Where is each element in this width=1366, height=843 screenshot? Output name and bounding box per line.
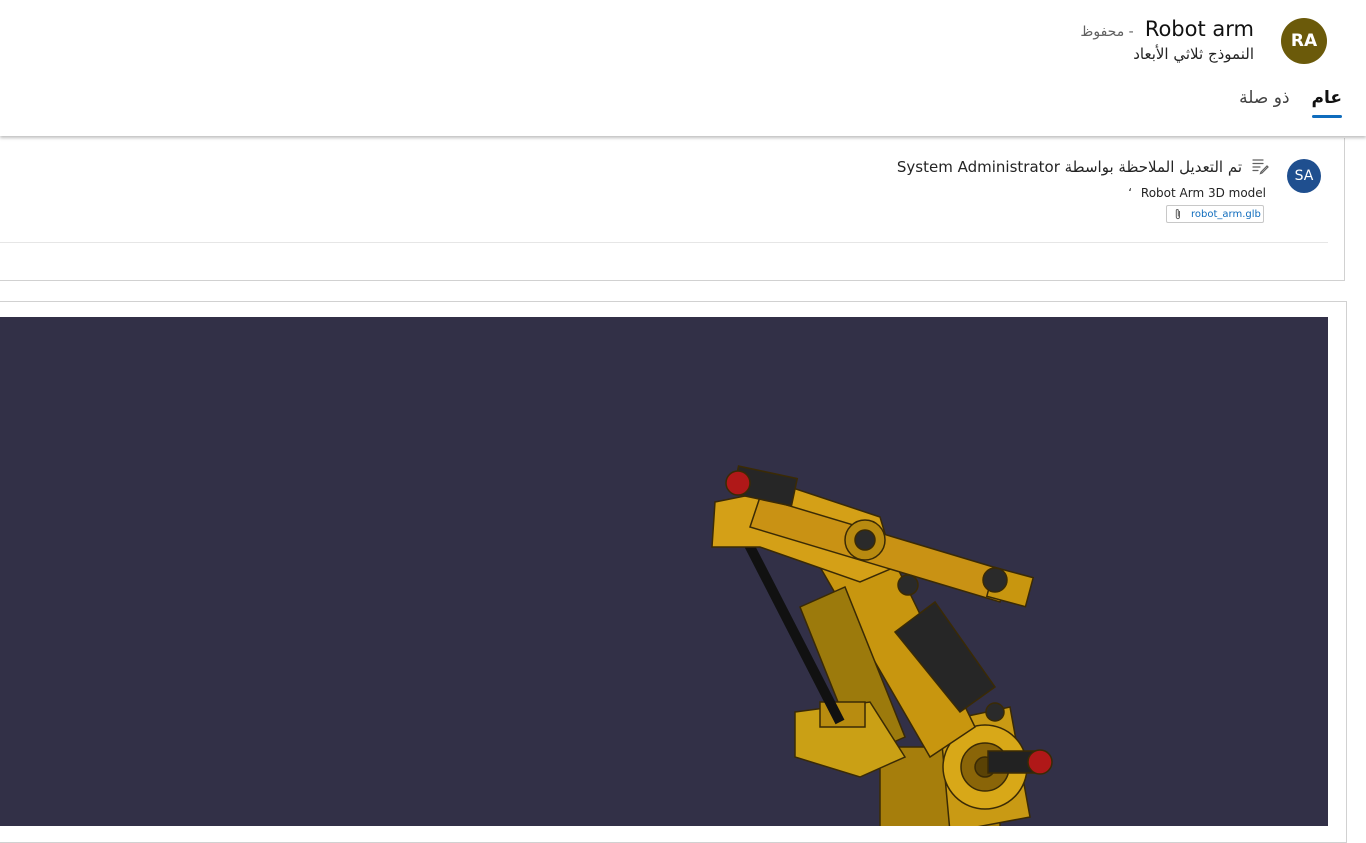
note-edit-icon: [1252, 159, 1269, 175]
attachment-filename: robot_arm.glb: [1191, 208, 1261, 220]
entity-type-label: النموذج ثلاثي الأبعاد: [1133, 45, 1254, 63]
robot-arm-model: [711, 465, 1053, 826]
form-tabs: عام ذو صلة: [1239, 88, 1343, 118]
paperclip-icon: [1175, 209, 1180, 220]
tab-general[interactable]: عام: [1311, 88, 1343, 118]
record-title-row: Robot arm - محفوظ: [1080, 17, 1254, 41]
tab-related[interactable]: ذو صلة: [1239, 88, 1289, 114]
record-title: Robot arm: [1144, 17, 1254, 41]
record-avatar: RA: [1281, 18, 1327, 64]
record-header: RA Robot arm - محفوظ النموذج ثلاثي الأبع…: [0, 0, 1366, 136]
note-body: Robot Arm 3D model: [1140, 186, 1266, 200]
attachment-link[interactable]: robot_arm.glb: [1166, 205, 1264, 223]
note-title: تم التعديل الملاحظة بواسطة System Admini…: [896, 158, 1242, 176]
divider: [0, 242, 1328, 243]
note-mark: ،: [1128, 180, 1132, 194]
save-status: - محفوظ: [1080, 24, 1134, 40]
3d-model-viewer[interactable]: [0, 317, 1328, 826]
author-avatar[interactable]: SA: [1287, 159, 1321, 193]
